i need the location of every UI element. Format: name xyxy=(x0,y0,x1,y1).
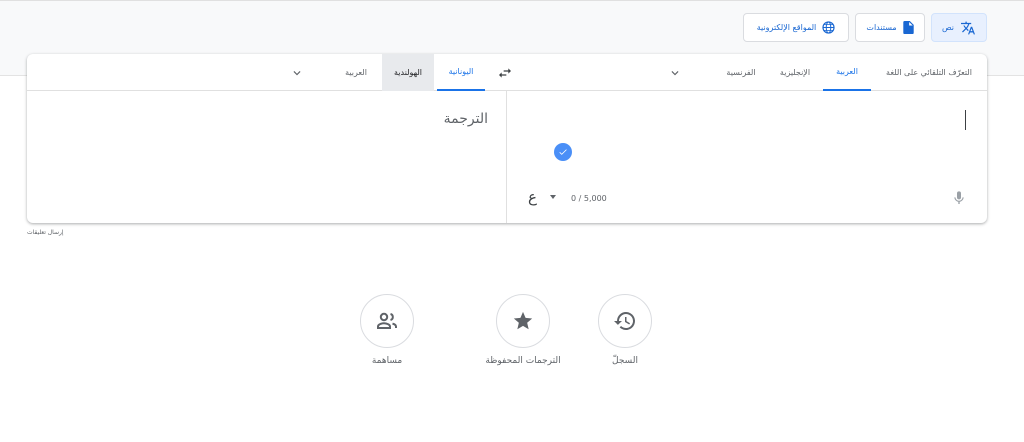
contribute-button[interactable] xyxy=(360,294,414,348)
globe-icon xyxy=(822,21,835,34)
history-icon xyxy=(614,312,635,330)
documents-mode-label: مستندات xyxy=(866,23,897,32)
translation-card: التعرّف التلقائي على اللغة العربية الإنج… xyxy=(27,54,987,223)
translate-icon xyxy=(961,21,976,34)
send-feedback-link[interactable]: إرسال تعليقات xyxy=(27,229,64,236)
character-count: 0 / 5,000 xyxy=(571,194,607,203)
history-label: السجلّ xyxy=(612,356,638,366)
text-mode-label: نص xyxy=(941,23,955,32)
star-icon xyxy=(513,311,533,330)
people-icon xyxy=(377,312,397,329)
keyboard-icon[interactable]: ع xyxy=(528,188,537,206)
history-button[interactable] xyxy=(598,294,652,348)
tab-detect-language[interactable]: التعرّف التلقائي على اللغة xyxy=(877,54,981,91)
tab-source-french[interactable]: الفرنسية xyxy=(717,54,765,91)
tab-target-greek[interactable]: اليونانية xyxy=(437,54,485,91)
target-more-languages-chevron-icon[interactable] xyxy=(290,66,304,80)
microphone-icon[interactable] xyxy=(951,189,967,207)
tab-source-english[interactable]: الإنجليزية xyxy=(770,54,820,91)
contribute-label: مساهمة xyxy=(371,356,403,366)
documents-mode-button[interactable]: مستندات xyxy=(855,13,925,42)
translation-placeholder: الترجمة xyxy=(443,111,488,127)
pane-divider xyxy=(506,91,507,223)
swap-languages-icon[interactable] xyxy=(497,65,513,81)
tab-target-dutch[interactable]: الهولندية xyxy=(382,54,434,91)
websites-mode-button[interactable]: المواقع الإلكترونية xyxy=(743,13,849,42)
language-bar: التعرّف التلقائي على اللغة العربية الإنج… xyxy=(27,54,987,91)
source-more-languages-chevron-icon[interactable] xyxy=(668,66,682,80)
source-text-input[interactable] xyxy=(965,110,966,130)
saved-translations-label: الترجمات المحفوظة xyxy=(485,356,561,366)
tab-target-arabic[interactable]: العربية xyxy=(333,54,379,91)
text-mode-button[interactable]: نص xyxy=(931,13,987,42)
saved-translations-button[interactable] xyxy=(496,294,550,348)
websites-mode-label: المواقع الإلكترونية xyxy=(756,23,817,32)
keyboard-dropdown-icon[interactable] xyxy=(550,195,556,199)
check-icon xyxy=(554,143,572,161)
document-icon xyxy=(902,21,914,34)
tab-source-arabic[interactable]: العربية xyxy=(823,54,871,91)
